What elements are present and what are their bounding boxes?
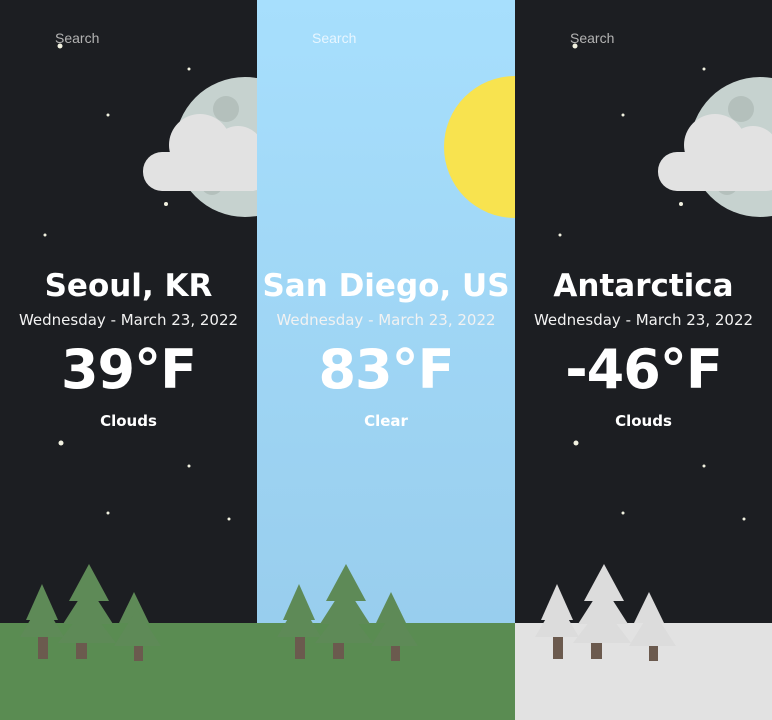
moon-behind-cloud-icon bbox=[658, 77, 772, 217]
condition-label: Clouds bbox=[615, 412, 672, 430]
date-label: Wednesday - March 23, 2022 bbox=[276, 311, 496, 329]
snowy-pine-tree-icon bbox=[573, 564, 631, 659]
trees-illustration bbox=[20, 564, 161, 661]
snowy-trees-illustration bbox=[535, 564, 676, 661]
snowy-pine-tree-icon bbox=[629, 592, 676, 661]
pine-tree-icon bbox=[315, 564, 373, 659]
pine-tree-icon bbox=[114, 592, 161, 661]
pine-tree-icon bbox=[277, 584, 321, 659]
city-name: Seoul, KR bbox=[44, 268, 213, 304]
moon-behind-cloud-icon bbox=[143, 77, 257, 217]
pine-tree-icon bbox=[371, 592, 418, 661]
date-label: Wednesday - March 23, 2022 bbox=[533, 311, 754, 329]
city-name: Antarctica bbox=[553, 268, 734, 304]
weather-card-san-diego: San Diego, US Wednesday - March 23, 2022… bbox=[257, 0, 515, 720]
condition-label: Clouds bbox=[100, 412, 157, 430]
weather-card-seoul: Seoul, KR Wednesday - March 23, 2022 39°… bbox=[0, 0, 257, 720]
weather-app: Seoul, KR Wednesday - March 23, 2022 39°… bbox=[0, 0, 772, 720]
weather-card-antarctica: Antarctica Wednesday - March 23, 2022 -4… bbox=[515, 0, 772, 720]
pine-tree-icon bbox=[58, 564, 116, 659]
condition-label: Clear bbox=[364, 412, 408, 430]
temperature-value: 39°F bbox=[60, 338, 197, 401]
sun-icon bbox=[444, 76, 515, 218]
snowy-pine-tree-icon bbox=[535, 584, 579, 659]
pine-tree-icon bbox=[20, 584, 64, 659]
trees-illustration bbox=[277, 564, 418, 661]
search-input[interactable] bbox=[312, 28, 452, 48]
city-name: San Diego, US bbox=[262, 268, 510, 304]
search-input[interactable] bbox=[55, 28, 195, 48]
temperature-value: 83°F bbox=[318, 338, 454, 401]
search-input[interactable] bbox=[570, 28, 710, 48]
date-label: Wednesday - March 23, 2022 bbox=[18, 311, 239, 329]
temperature-value: -46°F bbox=[565, 338, 722, 401]
